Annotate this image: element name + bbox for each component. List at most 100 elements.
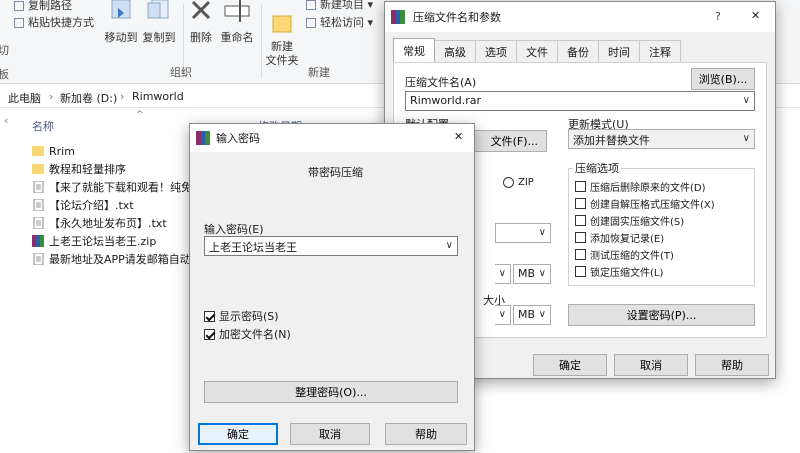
- checkbox-icon: [575, 181, 586, 192]
- copy-path-icon: [14, 1, 24, 11]
- chevron-down-icon: ∨: [538, 227, 546, 238]
- folder-icon: [32, 146, 44, 156]
- easy-access-button[interactable]: 轻松访问 ▾: [306, 14, 373, 30]
- rename-icon: [224, 0, 250, 22]
- file-row[interactable]: 【来了就能下载和观看！纯免费: [32, 178, 203, 196]
- ok-button[interactable]: 确定: [533, 354, 607, 376]
- password-cancel-button[interactable]: 取消: [290, 423, 370, 445]
- file-row[interactable]: 教程和轻量排序: [32, 160, 126, 178]
- unit2-select[interactable]: MB ∨: [513, 305, 551, 325]
- password-heading: 带密码压缩: [308, 166, 363, 179]
- password-input-label: 输入密码(E): [204, 223, 264, 236]
- close-icon[interactable]: ✕: [454, 130, 463, 143]
- unit1-select[interactable]: MB ∨: [513, 264, 551, 284]
- archive-icon: [32, 235, 44, 247]
- chevron-down-icon: ∨: [538, 309, 546, 320]
- chevron-left-icon[interactable]: ‹: [4, 114, 8, 127]
- new-folder-button[interactable]: 新建 文件夹: [264, 0, 300, 82]
- file-row[interactable]: Rrim: [32, 142, 75, 160]
- archive-name-label: 压缩文件名(A): [405, 76, 477, 89]
- help-button[interactable]: 帮助: [695, 354, 769, 376]
- unit1-value: MB: [518, 267, 536, 280]
- recovery-record-checkbox[interactable]: 添加恢复记录(E): [575, 230, 664, 245]
- text-file-icon: [33, 181, 44, 193]
- cancel-button[interactable]: 取消: [614, 354, 688, 376]
- chevron-right-icon: ›: [120, 90, 125, 103]
- sfx-checkbox[interactable]: 创建自解压格式压缩文件(X): [575, 196, 715, 211]
- archive-tabs: 常规 高级 选项 文件 备份 时间 注释: [393, 38, 681, 62]
- show-password-label: 显示密码(S): [219, 310, 279, 323]
- copy-to-icon: [147, 0, 169, 19]
- tab-time[interactable]: 时间: [598, 40, 640, 62]
- password-value: 上老王论坛当老王: [209, 241, 297, 254]
- chevron-down-icon: ∨: [538, 268, 546, 279]
- file-name: 【永久地址发布页】.txt: [49, 217, 167, 230]
- paste-shortcut-button[interactable]: 粘贴快捷方式: [14, 14, 94, 30]
- move-to-icon: [111, 0, 131, 19]
- sfx-label: 创建自解压格式压缩文件(X): [590, 200, 715, 211]
- password-dialog: 输入密码 ✕ 带密码压缩 输入密码(E) 上老王论坛当老王 ∨ 显示密码(S) …: [189, 123, 475, 451]
- paste-shortcut-label: 粘贴快捷方式: [28, 16, 94, 29]
- password-input[interactable]: 上老王论坛当老王 ∨: [204, 236, 458, 256]
- checkbox-icon: [575, 266, 586, 277]
- organize-passwords-button[interactable]: 整理密码(O)...: [204, 381, 458, 403]
- tab-advanced[interactable]: 高级: [434, 40, 476, 62]
- rename-button[interactable]: 重命名: [218, 0, 256, 45]
- password-dialog-titlebar[interactable]: 输入密码 ✕: [190, 124, 474, 152]
- breadcrumb-this-pc[interactable]: 此电脑: [8, 90, 41, 106]
- dict-size-select[interactable]: ∨: [495, 305, 511, 325]
- copy-to-button[interactable]: 复制到: [140, 0, 178, 45]
- browse-button[interactable]: 浏览(B)...: [691, 68, 755, 90]
- compression-method-select[interactable]: ∨: [495, 223, 551, 243]
- file-row[interactable]: 最新地址及APP请发邮箱自动获: [32, 250, 202, 268]
- help-icon[interactable]: ?: [715, 10, 721, 23]
- tab-files[interactable]: 文件: [516, 40, 558, 62]
- new-item-button[interactable]: 新建项目 ▾: [306, 0, 373, 12]
- encrypt-names-checkbox[interactable]: 加密文件名(N): [204, 326, 291, 342]
- archive-name-combobox[interactable]: Rimworld.rar ∨: [405, 91, 755, 111]
- file-row[interactable]: 【论坛介绍】.txt: [32, 196, 134, 214]
- checkbox-icon: [204, 310, 215, 322]
- update-mode-select[interactable]: 添加并替换文件 ∨: [568, 129, 755, 149]
- test-files-checkbox[interactable]: 测试压缩的文件(T): [575, 247, 674, 262]
- breadcrumb-drive[interactable]: 新加卷 (D:): [60, 90, 117, 106]
- set-password-button[interactable]: 设置密码(P)...: [568, 304, 755, 326]
- format-zip-radio[interactable]: ZIP: [503, 177, 534, 188]
- delete-after-checkbox[interactable]: 压缩后删除原来的文件(D): [575, 179, 706, 194]
- tab-backup[interactable]: 备份: [557, 40, 599, 62]
- easy-access-label: 轻松访问: [320, 16, 364, 29]
- file-name: 最新地址及APP请发邮箱自动获: [49, 253, 202, 266]
- tab-general[interactable]: 常规: [393, 38, 435, 62]
- move-to-button[interactable]: 移动到: [104, 0, 138, 45]
- checkbox-icon: [204, 328, 215, 340]
- recovery-record-label: 添加恢复记录(E): [590, 234, 665, 245]
- lock-archive-checkbox[interactable]: 锁定压缩文件(L): [575, 264, 663, 279]
- new-folder-label: 新建 文件夹: [265, 40, 299, 67]
- chevron-down-icon: ∨: [445, 240, 453, 251]
- new-item-icon: [306, 0, 316, 10]
- move-to-label: 移动到: [104, 31, 138, 44]
- breadcrumb-folder[interactable]: Rimworld: [132, 90, 184, 103]
- password-ok-button[interactable]: 确定: [198, 423, 278, 445]
- file-row[interactable]: 上老王论坛当老王.zip: [32, 232, 156, 250]
- new-folder-icon: [272, 15, 292, 33]
- chevron-right-icon: ›: [49, 90, 54, 103]
- solid-checkbox[interactable]: 创建固实压缩文件(S): [575, 213, 684, 228]
- copy-path-button[interactable]: 复制路径: [14, 0, 72, 13]
- column-name-header[interactable]: 名称: [32, 118, 54, 134]
- delete-button[interactable]: 删除: [188, 0, 214, 45]
- organize-group-label: 组织: [170, 66, 192, 79]
- file-row[interactable]: 【永久地址发布页】.txt: [32, 214, 167, 232]
- solid-label: 创建固实压缩文件(S): [590, 217, 685, 228]
- tab-options[interactable]: 选项: [475, 40, 517, 62]
- archive-options-label: 压缩选项: [573, 160, 621, 176]
- show-password-checkbox[interactable]: 显示密码(S): [204, 308, 279, 324]
- text-file-icon: [33, 217, 44, 229]
- encrypt-names-label: 加密文件名(N): [219, 328, 291, 341]
- tab-comment[interactable]: 注释: [639, 40, 681, 62]
- password-help-button[interactable]: 帮助: [385, 423, 467, 445]
- archive-dialog-titlebar[interactable]: 压缩文件名和参数 ? ✕: [385, 2, 775, 32]
- chevron-down-icon: ▾: [367, 0, 374, 11]
- split-size-select[interactable]: ∨: [495, 264, 511, 284]
- close-icon[interactable]: ✕: [751, 9, 760, 22]
